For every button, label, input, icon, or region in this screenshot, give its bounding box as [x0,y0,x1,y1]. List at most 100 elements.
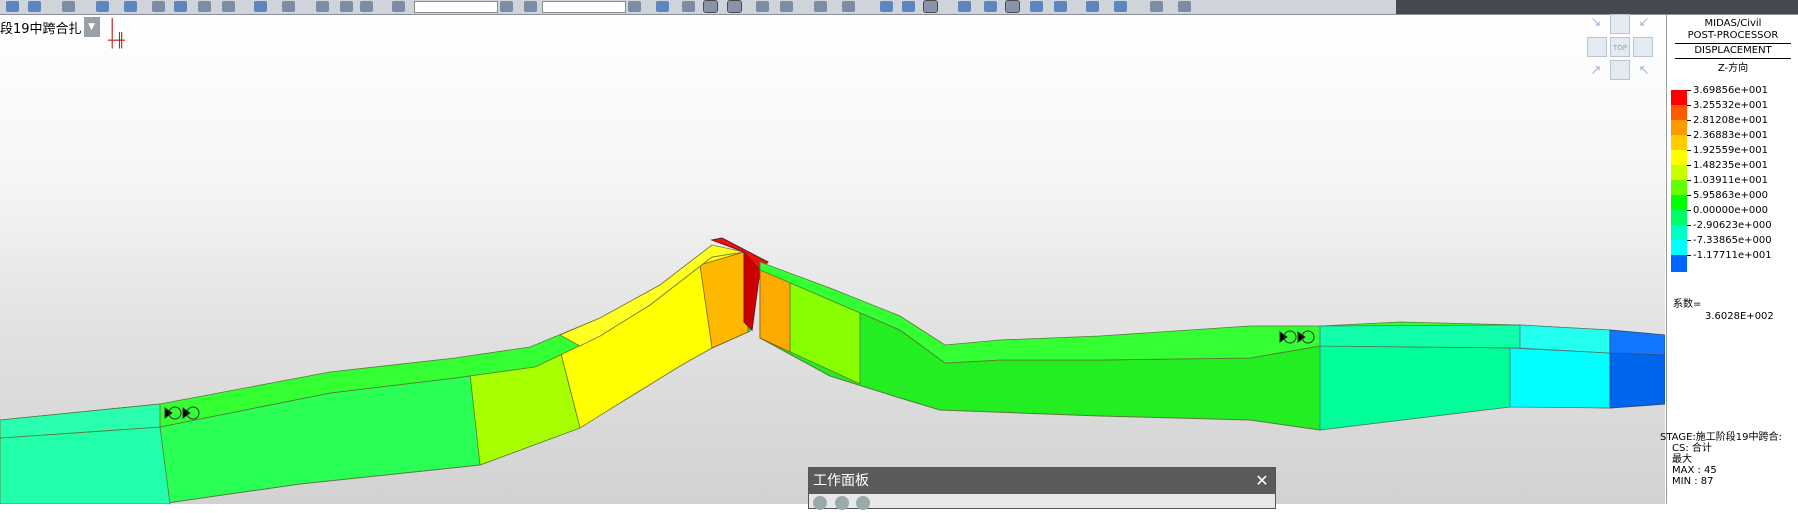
view-cube-face-w[interactable] [1587,37,1607,57]
zoom-icon[interactable] [96,1,109,12]
down-arrow-icon[interactable] [316,1,329,12]
legend-tick [1687,150,1691,151]
grid-dots-icon[interactable] [814,1,827,12]
stage-dropdown-arrow-icon[interactable]: ▼ [83,17,100,37]
active-view-icon[interactable] [1005,0,1020,13]
cursor-icon[interactable] [392,1,405,12]
work-panel-tool-3-icon[interactable] [856,496,870,510]
pointer-icon[interactable] [152,1,165,12]
legend-value: 2.36883e+001 [1693,130,1768,141]
legend-title-1: MIDAS/Civil [1704,18,1762,29]
dimension-icon[interactable] [756,1,769,12]
view-cube-sw-arrow-icon[interactable]: ↗ [1589,64,1603,78]
view-cube-ne-arrow-icon[interactable]: ↙ [1637,16,1651,30]
stage-info-stage: STAGE:施工阶段19中跨合: [1660,432,1782,443]
view-cube-top[interactable]: TOP [1610,37,1630,57]
legend-title-3: DISPLACEMENT [1694,45,1772,56]
active-frame-icon[interactable] [923,0,938,13]
back-icon[interactable] [984,1,997,12]
legend-tick [1687,240,1691,241]
legend-tick [1687,90,1691,91]
move-icon[interactable] [780,1,793,12]
stage-info-max: MAX : 45 [1672,465,1717,476]
view-cube-face-n[interactable] [1610,14,1630,34]
stage-selector-value: 段19中跨合扎 [0,17,84,37]
view-cube-nw-arrow-icon[interactable]: ↘ [1589,16,1603,30]
globe-icon[interactable] [222,1,235,12]
node-2-icon[interactable] [1086,1,1099,12]
toolbar-input-1[interactable] [414,1,498,13]
edit-icon[interactable] [880,1,893,12]
main-toolbar [0,0,1798,15]
undo-icon[interactable] [62,1,75,12]
monitor-2-icon[interactable] [1054,1,1067,12]
legend-value: 1.92559e+001 [1693,145,1768,156]
legend-value: 3.69856e+001 [1693,85,1768,96]
work-panel[interactable]: 工作面板 ✕ [808,467,1276,510]
legend-tick [1687,180,1691,181]
legend-tick [1687,195,1691,196]
legend-value: -7.33865e+000 [1693,235,1772,246]
view-cube[interactable]: TOP ↘ ↙ ↗ ↖ [1587,14,1653,80]
view-cube-se-arrow-icon[interactable]: ↖ [1637,64,1651,78]
toolbar-end [1396,0,1798,14]
grid-icon[interactable] [842,1,855,12]
window-icon[interactable] [174,1,187,12]
line-icon[interactable] [703,0,718,13]
legend-value: 1.03911e+001 [1693,175,1768,186]
work-panel-title: 工作面板 [809,468,1275,494]
legend-row: -1.17711e+001 [1667,250,1791,272]
view-cube-face-s[interactable] [1610,60,1630,80]
legend-tick [1687,225,1691,226]
legend-value: -2.90623e+000 [1693,220,1772,231]
toolbar-input-2[interactable] [542,1,626,13]
stage-info: STAGE:施工阶段19中跨合: CS: 合计 最大 MAX : 45 MIN … [1660,432,1782,487]
more-icon[interactable] [1150,1,1163,12]
down-arrow-2-icon[interactable] [340,1,353,12]
stage-selector[interactable]: 段19中跨合扎 ▼ [0,17,100,37]
legend-value: 2.81208e+001 [1693,115,1768,126]
legend-color-swatch [1671,255,1687,272]
more-2-icon[interactable] [1178,1,1191,12]
model-viewport[interactable] [0,15,1665,504]
work-panel-tool-1-icon[interactable] [813,496,827,510]
monitor-icon[interactable] [1030,1,1043,12]
frame-icon[interactable] [902,1,915,12]
view-cube-face-e[interactable] [1633,37,1653,57]
legend-value: -1.17711e+001 [1693,250,1772,261]
element-icon[interactable] [682,1,695,12]
shrink-icon[interactable] [254,1,267,12]
stage-info-max-label: 最大 [1672,454,1692,465]
displacement-legend: MIDAS/Civil POST-PROCESSOR DISPLACEMENT … [1666,15,1798,504]
legend-tick [1687,105,1691,106]
cursor-2-icon[interactable] [524,1,537,12]
legend-value: 1.48235e+001 [1693,160,1768,171]
legend-title-2: POST-PROCESSOR [1687,30,1779,41]
line-2-icon[interactable] [727,0,742,13]
legend-factor-label: 系数= [1673,299,1702,310]
legend-tick [1687,165,1691,166]
dropdown-2-icon[interactable] [628,1,641,12]
select-icon[interactable] [6,1,19,12]
legend-factor-value: 3.6028E+002 [1705,311,1774,322]
legend-tick [1687,120,1691,121]
legend-value: 5.95863e+000 [1693,190,1768,201]
view-icon[interactable] [958,1,971,12]
bridge-model [0,237,1665,504]
save-icon[interactable] [28,1,41,12]
work-panel-close-icon[interactable]: ✕ [1253,472,1271,490]
pan-icon[interactable] [124,1,137,12]
copy-icon[interactable] [282,1,295,12]
node-icon[interactable] [656,1,669,12]
stage-tool-icon[interactable]: |┼╫ [108,17,132,49]
work-panel-tools [813,496,874,510]
stage-info-cs: CS: 合计 [1672,443,1712,454]
dropdown-1-icon[interactable] [500,1,513,12]
legend-divider-1 [1675,43,1791,44]
link-icon[interactable] [1114,1,1127,12]
work-panel-tool-2-icon[interactable] [834,496,849,510]
legend-value: 0.00000e+000 [1693,205,1768,216]
ball-icon[interactable] [360,1,373,12]
graph-icon[interactable] [198,1,211,12]
legend-value: 3.25532e+001 [1693,100,1768,111]
